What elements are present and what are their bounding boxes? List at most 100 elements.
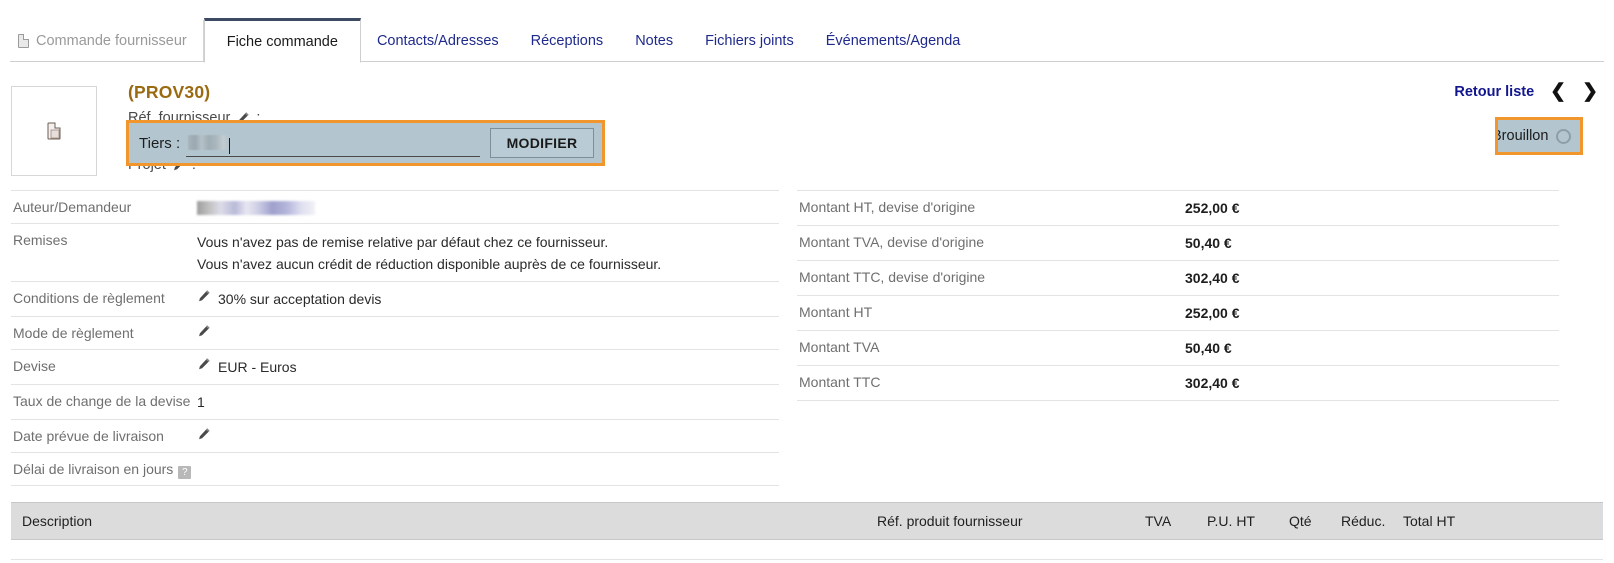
value-text: 30% sur acceptation devis bbox=[218, 291, 382, 307]
remise-line-1: Vous n'avez pas de remise relative par d… bbox=[197, 234, 609, 250]
previous-record-icon[interactable]: ❮ bbox=[1550, 82, 1566, 101]
status-badge-label: Brouillon bbox=[1495, 128, 1549, 144]
row-montant-ttc: Montant TTC 302,40 € bbox=[797, 365, 1559, 401]
field-value bbox=[197, 198, 779, 215]
tab-label: Commande fournisseur bbox=[36, 33, 187, 49]
tab-fichiers-joints[interactable]: Fichiers joints bbox=[689, 20, 810, 62]
field-label: Montant TTC bbox=[799, 374, 881, 390]
tab-receptions[interactable]: Réceptions bbox=[515, 20, 620, 62]
order-lines-table: Description Réf. produit fournisseur TVA… bbox=[11, 502, 1603, 560]
row-auteur-demandeur: Auteur/Demandeur bbox=[11, 190, 779, 223]
status-badge: Brouillon bbox=[1495, 117, 1583, 155]
row-taux-change: Taux de change de la devise 1 bbox=[11, 384, 779, 419]
row-devise: Devise EUR - Euros bbox=[11, 349, 779, 384]
field-label: Date prévue de livraison bbox=[13, 428, 164, 444]
field-value: 252,00 € bbox=[1185, 200, 1240, 216]
row-montant-tva: Montant TVA 50,40 € bbox=[797, 330, 1559, 365]
tiers-edit-overlay: Tiers : MODIFIER bbox=[126, 120, 605, 166]
help-icon[interactable]: ? bbox=[178, 466, 192, 479]
field-value: 252,00 € bbox=[1185, 305, 1240, 321]
field-label: Auteur/Demandeur bbox=[13, 199, 132, 215]
tab-label: Notes bbox=[635, 33, 674, 49]
remise-line-2: Vous n'avez aucun crédit de réduction di… bbox=[197, 256, 662, 272]
tiers-redacted-value bbox=[188, 135, 229, 150]
tab-label: Réceptions bbox=[530, 33, 604, 49]
tab-label: Fichiers joints bbox=[705, 33, 794, 49]
retour-liste-link[interactable]: Retour liste bbox=[1454, 84, 1534, 100]
tab-fiche-commande[interactable]: Fiche commande bbox=[203, 18, 361, 63]
row-date-prevue-livraison: Date prévue de livraison bbox=[11, 419, 779, 452]
edit-pencil-icon[interactable] bbox=[197, 427, 211, 441]
table-row bbox=[11, 540, 1603, 560]
tab-commande-fournisseur: Commande fournisseur bbox=[10, 20, 204, 62]
field-label: Devise bbox=[13, 358, 56, 374]
row-conditions-reglement: Conditions de règlement 30% sur acceptat… bbox=[11, 281, 779, 316]
page-title: (PROV30) bbox=[128, 82, 211, 102]
tab-evenements-agenda[interactable]: Événements/Agenda bbox=[810, 20, 977, 62]
table-header-row: Description Réf. produit fournisseur TVA… bbox=[11, 502, 1603, 540]
tab-list: Commande fournisseur Fiche commande Cont… bbox=[10, 0, 977, 63]
column-header-tva[interactable]: TVA bbox=[1145, 513, 1207, 529]
edit-pencil-icon[interactable] bbox=[197, 357, 211, 371]
document-preview-box[interactable] bbox=[11, 86, 97, 176]
order-header: (PROV30) Réf. fournisseur : Projet : bbox=[0, 62, 1614, 190]
tab-label: Événements/Agenda bbox=[825, 33, 961, 49]
next-record-icon[interactable]: ❯ bbox=[1582, 82, 1598, 101]
value-text: EUR - Euros bbox=[218, 359, 297, 375]
supplier-order-page: Commande fournisseur Fiche commande Cont… bbox=[0, 0, 1614, 563]
field-label: Montant TVA bbox=[799, 339, 880, 355]
field-value: EUR - Euros bbox=[197, 357, 779, 378]
field-label: Montant TTC, devise d'origine bbox=[799, 269, 986, 285]
field-label: Montant TVA, devise d'origine bbox=[799, 234, 985, 250]
row-montant-ht: Montant HT 252,00 € bbox=[797, 295, 1559, 330]
value-text: 1 bbox=[197, 394, 205, 410]
redacted-user-name bbox=[197, 201, 315, 215]
field-label: Montant HT, devise d'origine bbox=[799, 199, 976, 215]
field-label: Conditions de règlement bbox=[13, 290, 165, 306]
record-navigation: Retour liste ❮ ❯ bbox=[1454, 82, 1598, 101]
order-details-left: Auteur/Demandeur Remises Vous n'avez pas… bbox=[11, 190, 779, 486]
field-value: 50,40 € bbox=[1185, 340, 1232, 356]
tab-label: Fiche commande bbox=[226, 33, 338, 50]
row-mode-reglement: Mode de règlement bbox=[11, 316, 779, 349]
status-circle-icon bbox=[1556, 128, 1572, 144]
field-value bbox=[197, 324, 779, 338]
field-value: 30% sur acceptation devis bbox=[197, 289, 779, 310]
field-label-text: Délai de livraison en jours bbox=[13, 461, 174, 477]
text-caret bbox=[229, 137, 231, 154]
field-value: 302,40 € bbox=[1185, 375, 1240, 391]
row-montant-ht-origine: Montant HT, devise d'origine 252,00 € bbox=[797, 190, 1559, 225]
modifier-button[interactable]: MODIFIER bbox=[490, 128, 594, 158]
row-delai-livraison: Délai de livraison en jours? bbox=[11, 452, 779, 486]
column-header-total-ht[interactable]: Total HT bbox=[1403, 513, 1493, 529]
row-remises: Remises Vous n'avez pas de remise relati… bbox=[11, 223, 779, 281]
tab-label: Contacts/Adresses bbox=[376, 33, 499, 49]
tiers-label: Tiers : bbox=[139, 134, 181, 152]
field-label: Montant HT bbox=[799, 304, 873, 320]
tab-contacts-adresses[interactable]: Contacts/Adresses bbox=[361, 20, 515, 62]
column-header-reduc[interactable]: Réduc. bbox=[1341, 513, 1403, 529]
order-details-right: Montant HT, devise d'origine 252,00 € Mo… bbox=[797, 190, 1559, 401]
tab-bar: Commande fournisseur Fiche commande Cont… bbox=[0, 0, 1614, 63]
column-header-ref-produit[interactable]: Réf. produit fournisseur bbox=[877, 513, 1145, 529]
row-montant-ttc-origine: Montant TTC, devise d'origine 302,40 € bbox=[797, 260, 1559, 295]
field-value: Vous n'avez pas de remise relative par d… bbox=[197, 231, 779, 275]
row-montant-tva-origine: Montant TVA, devise d'origine 50,40 € bbox=[797, 225, 1559, 260]
field-label: Délai de livraison en jours? bbox=[11, 460, 197, 479]
column-header-pu-ht[interactable]: P.U. HT bbox=[1207, 513, 1289, 529]
edit-pencil-icon[interactable] bbox=[197, 289, 211, 303]
field-value bbox=[197, 427, 779, 441]
column-header-qte[interactable]: Qté bbox=[1289, 513, 1341, 529]
field-value: 50,40 € bbox=[1185, 235, 1232, 251]
tab-notes[interactable]: Notes bbox=[619, 20, 689, 62]
field-value: 302,40 € bbox=[1185, 270, 1240, 286]
field-label: Remises bbox=[13, 232, 68, 248]
field-label: Taux de change de la devise bbox=[13, 393, 191, 409]
document-thumbnail-icon bbox=[47, 122, 61, 140]
field-label: Mode de règlement bbox=[13, 325, 134, 341]
tiers-input[interactable] bbox=[186, 130, 480, 157]
edit-pencil-icon[interactable] bbox=[197, 324, 211, 338]
field-value: 1 bbox=[197, 392, 779, 413]
document-icon bbox=[18, 34, 29, 48]
column-header-description[interactable]: Description bbox=[11, 513, 877, 529]
